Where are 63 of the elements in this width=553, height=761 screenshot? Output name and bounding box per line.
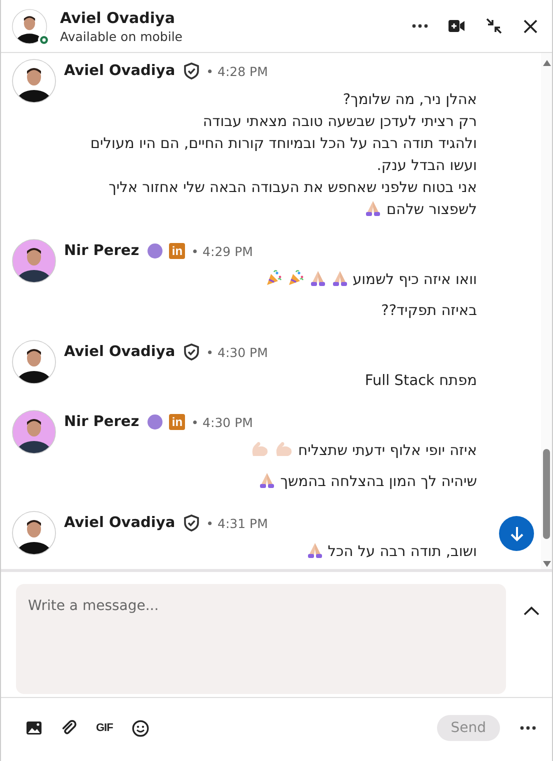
verified-shield-icon bbox=[183, 343, 200, 361]
avatar[interactable] bbox=[12, 511, 56, 555]
praying-hands-icon bbox=[330, 269, 349, 287]
linkedin-badge: in bbox=[169, 243, 186, 259]
flexed-arm-icon bbox=[274, 440, 294, 458]
message-text: ועשו הבדל ענק. bbox=[376, 158, 477, 174]
verified-shield-icon bbox=[183, 62, 200, 80]
expand-caret-icon[interactable] bbox=[523, 606, 540, 616]
sender-name[interactable]: Aviel Ovadiya bbox=[64, 515, 176, 531]
praying-hands-icon bbox=[258, 471, 276, 489]
minimize-icon[interactable] bbox=[485, 17, 503, 35]
verified-shield-icon bbox=[183, 514, 200, 532]
avatar[interactable] bbox=[12, 8, 47, 44]
linkedin-badge: in bbox=[169, 414, 186, 430]
close-icon[interactable] bbox=[523, 18, 538, 34]
avatar[interactable] bbox=[12, 239, 56, 283]
message-time: • 4:28 PM bbox=[206, 64, 268, 78]
message-text: שיהיה לך המון בהצלחה בהמשך bbox=[280, 474, 477, 490]
message-text: איזה יופי אלוף ידעתי שתצליח bbox=[298, 443, 477, 459]
video-call-icon[interactable] bbox=[448, 19, 465, 33]
message-text: אהלן ניר, מה שלומך? bbox=[342, 92, 477, 108]
scroll-down-button[interactable] bbox=[499, 516, 534, 551]
avatar[interactable] bbox=[12, 340, 56, 384]
image-icon[interactable] bbox=[26, 721, 42, 735]
sender-name[interactable]: Aviel Ovadiya bbox=[64, 344, 176, 360]
emoji-icon[interactable] bbox=[132, 720, 149, 736]
message-text: ושוב, תודה רבה על הכל bbox=[328, 544, 477, 560]
premium-dot-icon bbox=[147, 243, 164, 259]
gif-button[interactable]: GIF bbox=[96, 722, 113, 734]
down-arrow-icon bbox=[510, 526, 524, 542]
availability-status: Available on mobile bbox=[60, 28, 184, 44]
scrollbar-thumb[interactable] bbox=[543, 449, 550, 539]
premium-dot-icon bbox=[147, 414, 164, 430]
flexed-arm-icon bbox=[250, 440, 270, 458]
message-time: • 4:30 PM bbox=[206, 344, 268, 360]
praying-hands-icon bbox=[364, 199, 382, 217]
praying-hands-icon bbox=[306, 541, 324, 559]
message-text: לשפצור שלהם bbox=[386, 202, 477, 218]
avatar[interactable] bbox=[12, 410, 56, 454]
more-icon[interactable] bbox=[520, 726, 536, 730]
scroll-up-arrow-icon[interactable] bbox=[543, 60, 551, 66]
party-popper-icon bbox=[264, 269, 283, 287]
message-text: מפתח Full Stack bbox=[364, 373, 477, 389]
message-time: • 4:29 PM bbox=[191, 244, 253, 258]
more-icon[interactable] bbox=[412, 24, 428, 28]
message-text: ולהגיד תודה רבה על הכל ובמיוחד קורות החיים, הם היו מעולים bbox=[90, 136, 477, 152]
avatar[interactable] bbox=[12, 59, 56, 103]
paperclip-icon[interactable] bbox=[61, 720, 77, 736]
message-time: • 4:31 PM bbox=[206, 516, 268, 530]
sender-name[interactable]: Nir Perez bbox=[64, 414, 140, 430]
contact-name[interactable]: Aviel Ovadiya bbox=[60, 8, 412, 26]
message-text: וואו איזה כיף לשמוע bbox=[352, 272, 477, 288]
praying-hands-icon bbox=[308, 269, 327, 287]
message-input[interactable]: Write a message... bbox=[16, 584, 506, 694]
scroll-down-arrow-icon[interactable] bbox=[543, 561, 551, 567]
sender-name[interactable]: Aviel Ovadiya bbox=[64, 63, 176, 79]
message-text: אני בטוח שלפני שאחפש את העבודה הבאה שלי אחזור אליך bbox=[108, 180, 477, 196]
message-text: רק רציתי לעדכן שבשעה טובה מצאתי עבודה bbox=[202, 114, 477, 130]
message-text: באיזה תפקיד?? bbox=[381, 303, 477, 319]
message-time: • 4:30 PM bbox=[191, 414, 253, 430]
scrollbar[interactable] bbox=[541, 53, 552, 569]
sender-name[interactable]: Nir Perez bbox=[64, 243, 140, 259]
party-popper-icon bbox=[286, 269, 305, 287]
